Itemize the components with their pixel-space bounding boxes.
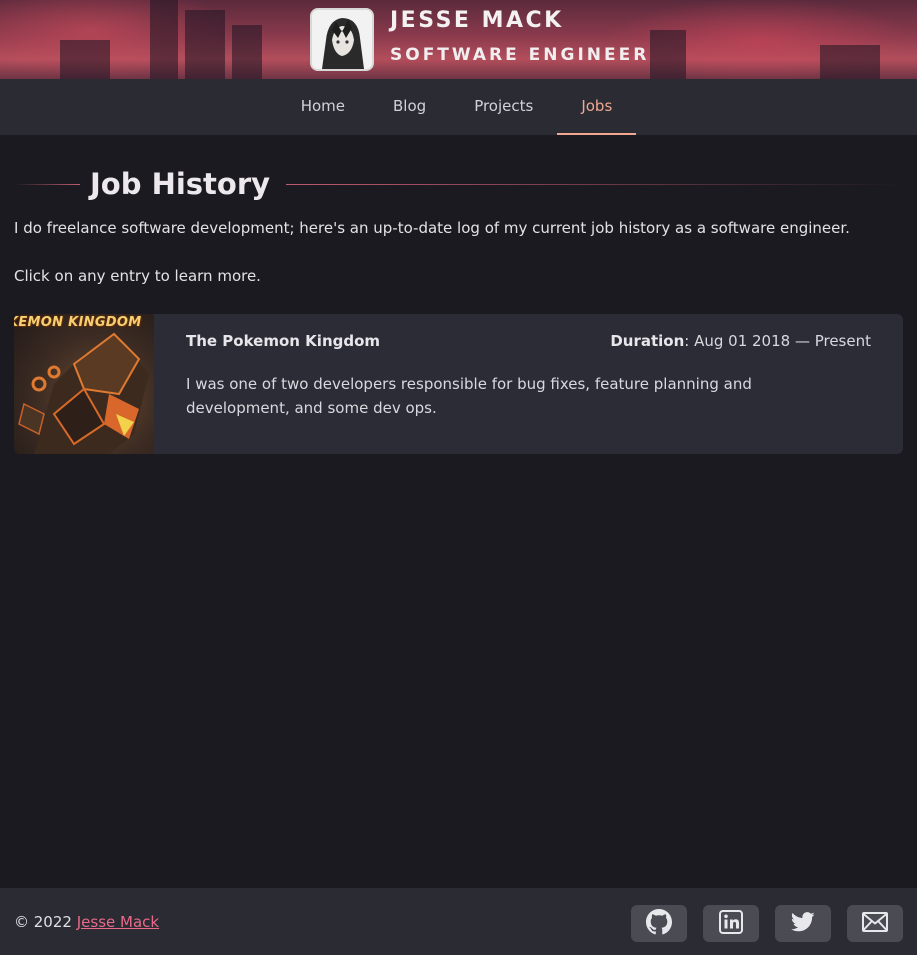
- job-entry[interactable]: KEMON KINGDOM The Pokemon Kingdom Durati…: [14, 314, 903, 454]
- footer: © 2022 Jesse Mack: [0, 888, 917, 955]
- job-duration-label: Duration: [610, 332, 685, 350]
- job-duration-value: : Aug 01 2018 — Present: [684, 332, 871, 350]
- email-button[interactable]: [847, 905, 903, 942]
- job-duration: Duration: Aug 01 2018 — Present: [610, 332, 871, 350]
- twitter-button[interactable]: [775, 905, 831, 942]
- hint-text: Click on any entry to learn more.: [14, 267, 261, 285]
- github-button[interactable]: [631, 905, 687, 942]
- author-link[interactable]: Jesse Mack: [77, 913, 159, 931]
- intro-text: I do freelance software development; her…: [14, 219, 850, 237]
- linkedin-button[interactable]: [703, 905, 759, 942]
- job-thumbnail-logo-text: KEMON KINGDOM: [14, 315, 142, 330]
- linkedin-icon: [719, 909, 743, 938]
- nav-jobs[interactable]: Jobs: [557, 79, 637, 135]
- page-title: Job History: [90, 167, 271, 201]
- site-author-name: JESSE MACK: [390, 8, 564, 33]
- heading-rule-right: [286, 183, 903, 185]
- twitter-icon: [791, 911, 815, 937]
- job-thumbnail: KEMON KINGDOM: [14, 314, 154, 454]
- nav-blog[interactable]: Blog: [369, 79, 450, 135]
- brand[interactable]: JESSE MACK SOFTWARE ENGINEER: [310, 8, 649, 71]
- job-description: I was one of two developers responsible …: [186, 375, 752, 417]
- site-author-role: SOFTWARE ENGINEER: [390, 45, 650, 65]
- github-icon: [646, 908, 672, 939]
- copyright-text: © 2022: [14, 913, 72, 931]
- main-nav: Home Blog Projects Jobs: [0, 79, 917, 135]
- copyright: © 2022 Jesse Mack: [14, 913, 159, 931]
- heading-rule-left: [14, 183, 80, 185]
- mail-icon: [862, 911, 888, 936]
- page-heading: Job History: [14, 163, 903, 205]
- job-title: The Pokemon Kingdom: [186, 332, 381, 350]
- header-banner: JESSE MACK SOFTWARE ENGINEER: [0, 0, 917, 79]
- nav-home[interactable]: Home: [277, 79, 369, 135]
- nav-projects[interactable]: Projects: [450, 79, 557, 135]
- avatar: [310, 8, 374, 71]
